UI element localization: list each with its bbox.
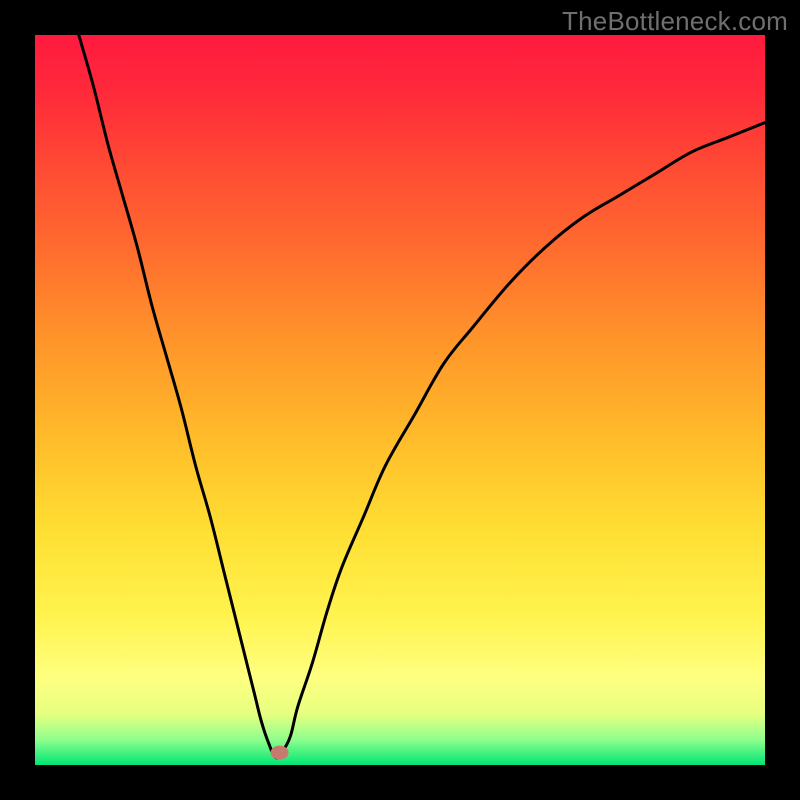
balance-marker (271, 746, 289, 760)
chart-frame: TheBottleneck.com (0, 0, 800, 800)
plot-area (35, 35, 765, 765)
watermark-text: TheBottleneck.com (562, 6, 788, 37)
bottleneck-plot (35, 35, 765, 765)
gradient-background (35, 35, 765, 765)
